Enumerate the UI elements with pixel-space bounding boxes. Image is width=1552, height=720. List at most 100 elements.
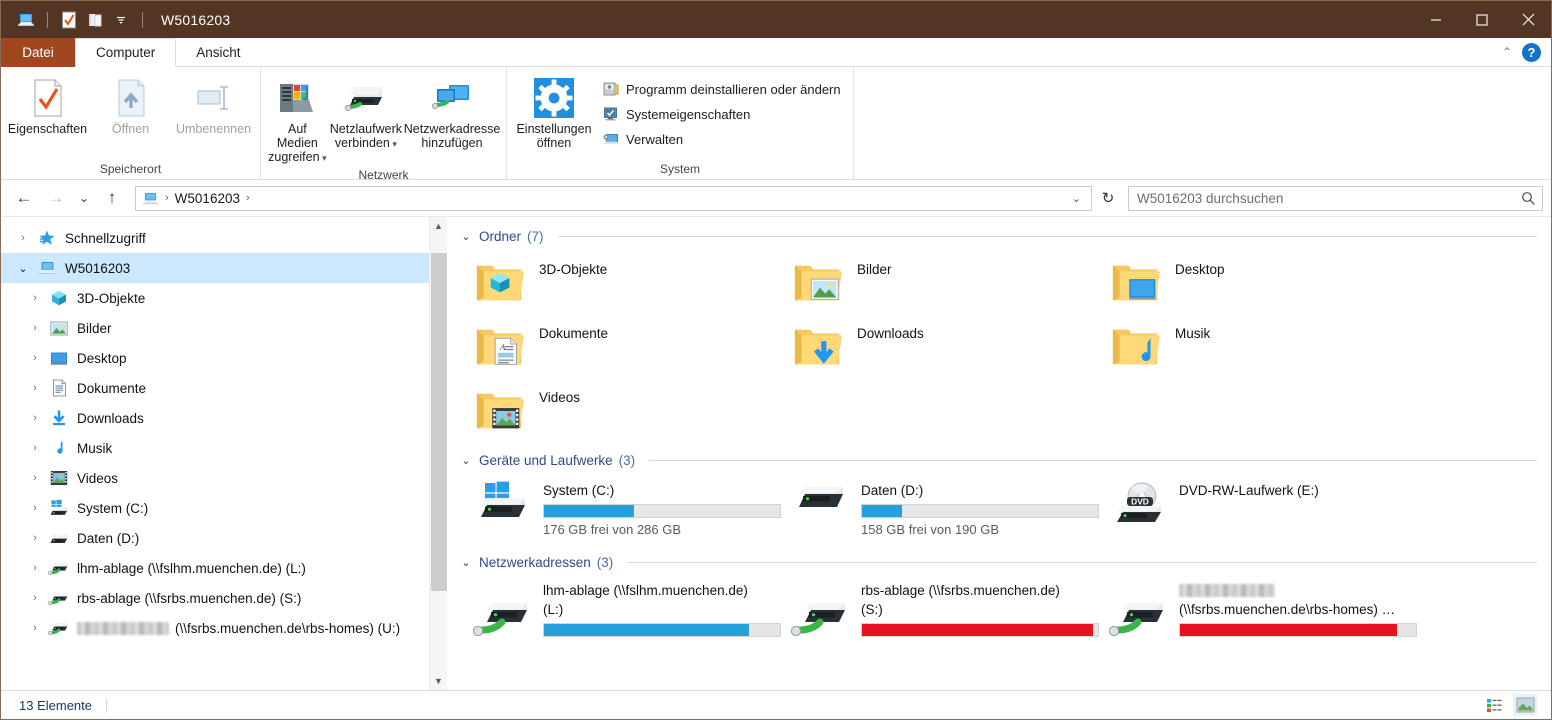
scroll-down-icon[interactable]: ▼ (430, 672, 448, 690)
chevron-right-icon[interactable]: › (23, 292, 47, 304)
folder-videos[interactable]: Videos (471, 377, 789, 441)
scroll-up-icon[interactable]: ▲ (430, 217, 448, 235)
collapse-ribbon-icon[interactable]: ⌃ (1502, 45, 1512, 59)
folder-bilder[interactable]: Bilder (789, 249, 1107, 313)
chevron-right-icon[interactable]: › (23, 502, 47, 514)
oeffnen-button[interactable]: Öffnen (90, 71, 171, 136)
this-pc-icon[interactable] (142, 191, 159, 206)
network-drive-rbs-ablage-s-info: rbs-ablage (\\fsrbs.muenchen.de) (S:) (861, 579, 1107, 637)
back-button[interactable]: ← (9, 184, 39, 212)
recent-locations-button[interactable]: ⌄ (73, 184, 95, 212)
breadcrumb[interactable]: › W5016203 › ⌄ (135, 185, 1092, 211)
tree-item-videos[interactable]: › Videos (1, 463, 429, 493)
help-icon[interactable]: ? (1522, 42, 1541, 62)
chevron-right-icon[interactable]: › (23, 472, 47, 484)
tab-computer[interactable]: Computer (75, 38, 177, 67)
folder-documents-icon: A (473, 317, 529, 371)
drive-system-c[interactable]: System (C:) 176 GB frei von 286 GB (471, 473, 789, 543)
chevron-down-icon[interactable]: ⌄ (459, 230, 473, 243)
group-ordner-header[interactable]: ⌄ Ordner (7) (459, 223, 1551, 249)
explorer-body: › Schnellzugriff ⌄ W5016203 › 3D-Objekte › … (1, 217, 1551, 690)
chevron-right-icon[interactable]: › (23, 562, 47, 574)
tree-item-musik[interactable]: › Musik (1, 433, 429, 463)
minimize-button[interactable] (1413, 1, 1459, 38)
network-drive-rbs-homes-u-label-line2: (\\fsrbs.muenchen.de\rbs-homes) … (1179, 602, 1396, 617)
folder-musik[interactable]: Musik (1107, 313, 1425, 377)
chevron-right-icon[interactable]: › (23, 322, 47, 334)
scrollbar-track[interactable] (430, 235, 448, 672)
systemeigenschaften-button[interactable]: Systemeigenschaften (597, 102, 845, 127)
tree-item-system-c[interactable]: › System (C:) (1, 493, 429, 523)
umbenennen-button[interactable]: Umbenennen (173, 71, 254, 136)
tree-item-bilder[interactable]: › Bilder (1, 313, 429, 343)
tree-item-dokumente[interactable]: › Dokumente (1, 373, 429, 403)
tree-item-daten-d[interactable]: › Daten (D:) (1, 523, 429, 553)
programm-deinstallieren-button[interactable]: Programm deinstallieren oder ändern (597, 77, 845, 102)
new-folder-icon[interactable] (82, 8, 108, 32)
breadcrumb-separator-1[interactable]: › (163, 192, 171, 204)
tab-ansicht[interactable]: Ansicht (176, 38, 260, 67)
large-icons-view-button[interactable] (1513, 694, 1537, 716)
verwalten-button[interactable]: Verwalten (597, 127, 845, 152)
navigation-scrollbar[interactable]: ▲ ▼ (429, 217, 447, 690)
chevron-down-icon[interactable]: ⌄ (459, 556, 473, 569)
chevron-down-icon[interactable]: ▾ (320, 153, 327, 163)
chevron-right-icon[interactable]: › (23, 412, 47, 424)
tree-item-lhm-ablage-l[interactable]: › lhm-ablage (\\fslhm.muenchen.de) (L:) (1, 553, 429, 583)
chevron-right-icon[interactable]: › (23, 352, 47, 364)
tree-item-downloads[interactable]: › Downloads (1, 403, 429, 433)
eigenschaften-button[interactable]: Eigenschaften (7, 71, 88, 136)
netzlaufwerk-verbinden-button[interactable]: Netzlaufwerk verbinden ▾ (330, 71, 402, 151)
chevron-right-icon[interactable]: › (11, 232, 35, 244)
chevron-right-icon[interactable]: › (23, 382, 47, 394)
search-input[interactable] (1137, 190, 1521, 206)
tree-item-3d-objekte-label: 3D-Objekte (77, 290, 146, 306)
search-icon[interactable] (1521, 191, 1536, 206)
einstellungen-oeffnen-button[interactable]: Einstellungen öffnen (513, 71, 595, 150)
properties-icon[interactable] (56, 8, 82, 32)
drive-daten-d[interactable]: Daten (D:) 158 GB frei von 190 GB (789, 473, 1107, 543)
windows-drive-icon (473, 479, 535, 523)
network-drive-rbs-ablage-s[interactable]: rbs-ablage (\\fsrbs.muenchen.de) (S:) (789, 575, 1107, 643)
chevron-down-icon[interactable]: ⌄ (459, 454, 473, 467)
chevron-right-icon[interactable]: › (23, 532, 47, 544)
network-drive-icon (47, 560, 71, 576)
chevron-right-icon[interactable]: › (23, 592, 47, 604)
maximize-button[interactable] (1459, 1, 1505, 38)
tree-item-w5016203[interactable]: ⌄ W5016203 (1, 253, 429, 283)
group-geraete-und-laufwerke-header[interactable]: ⌄ Geräte und Laufwerke (3) (459, 447, 1551, 473)
group-netzwerkadressen-header[interactable]: ⌄ Netzwerkadressen (3) (459, 549, 1551, 575)
up-button[interactable]: ↑ (97, 184, 127, 212)
network-drive-lhm-ablage-l[interactable]: lhm-ablage (\\fslhm.muenchen.de) (L:) (471, 575, 789, 643)
search-box[interactable] (1128, 185, 1543, 211)
folder-desktop[interactable]: Desktop (1107, 249, 1425, 313)
network-drive-rbs-homes-u[interactable]: (\\fsrbs.muenchen.de\rbs-homes) … (1107, 575, 1425, 643)
chevron-right-icon[interactable]: › (23, 442, 47, 454)
tree-item-rbs-homes-u[interactable]: › (\\fsrbs.muenchen.de\rbs-homes) (U:) (1, 613, 429, 643)
folder-downloads[interactable]: Downloads (789, 313, 1107, 377)
details-view-button[interactable] (1483, 694, 1507, 716)
scrollbar-thumb[interactable] (430, 253, 447, 591)
chevron-down-icon[interactable]: ⌄ (11, 262, 35, 275)
netzwerkadresse-hinzufuegen-button[interactable]: Netzwerkadresse hinzufügen (404, 71, 500, 150)
auf-medien-zugreifen-button[interactable]: Auf Medien zugreifen ▾ (267, 71, 328, 165)
drive-dvd-rw-e[interactable]: DVD DVD-RW-Laufwerk (E:) (1107, 473, 1425, 543)
folder-3d-objekte[interactable]: 3D-Objekte (471, 249, 789, 313)
close-button[interactable] (1505, 1, 1551, 38)
tree-item-3d-objekte[interactable]: › 3D-Objekte (1, 283, 429, 313)
forward-button[interactable]: → (41, 184, 71, 212)
chevron-down-icon[interactable]: ▾ (390, 139, 397, 149)
tab-datei[interactable]: Datei (1, 38, 75, 67)
breadcrumb-item-w5016203[interactable]: W5016203 (175, 191, 240, 206)
breadcrumb-dropdown-icon[interactable]: ⌄ (1066, 192, 1087, 205)
tree-item-rbs-ablage-s[interactable]: › rbs-ablage (\\fsrbs.muenchen.de) (S:) (1, 583, 429, 613)
this-pc-icon[interactable] (13, 8, 39, 32)
chevron-right-icon[interactable]: › (23, 622, 47, 634)
tree-item-desktop[interactable]: › Desktop (1, 343, 429, 373)
refresh-button[interactable]: ↻ (1094, 186, 1122, 211)
tree-item-schnellzugriff[interactable]: › Schnellzugriff (1, 223, 429, 253)
properties-page-icon (31, 77, 65, 119)
folder-dokumente[interactable]: A Dokumente (471, 313, 789, 377)
customize-qat-icon[interactable] (108, 8, 134, 32)
breadcrumb-separator-2[interactable]: › (244, 192, 252, 204)
